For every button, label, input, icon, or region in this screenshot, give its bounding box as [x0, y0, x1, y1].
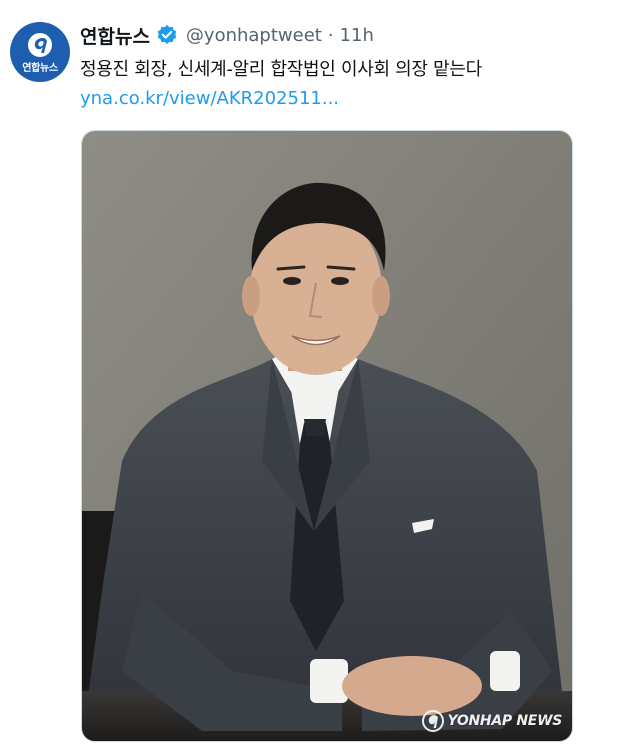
avatar[interactable]: 연합뉴스	[10, 22, 70, 82]
yonhap-logo-icon	[28, 33, 52, 57]
user-handle[interactable]: @yonhaptweet	[186, 25, 322, 46]
tweet-text: 정용진 회장, 신세계-알리 합작법인 이사회 의장 맡는다	[80, 59, 482, 80]
separator-dot: ·	[327, 24, 334, 46]
tweet-link[interactable]: yna.co.kr/view/AKR202511...	[80, 88, 339, 109]
yonhap-watermark-icon	[421, 710, 444, 732]
portrait-photo	[82, 131, 572, 741]
watermark-text: YONHAP NEWS	[447, 713, 563, 729]
media-watermark: YONHAP NEWS	[421, 709, 562, 733]
tweet-timestamp[interactable]: 11h	[340, 25, 374, 46]
avatar-label: 연합뉴스	[22, 63, 58, 74]
tweet-media-photo[interactable]: YONHAP NEWS	[81, 130, 573, 742]
verified-badge-icon	[157, 25, 177, 44]
display-name[interactable]: 연합뉴스	[80, 22, 150, 49]
tweet-header: 연합뉴스 @yonhaptweet · 11h	[80, 20, 374, 50]
